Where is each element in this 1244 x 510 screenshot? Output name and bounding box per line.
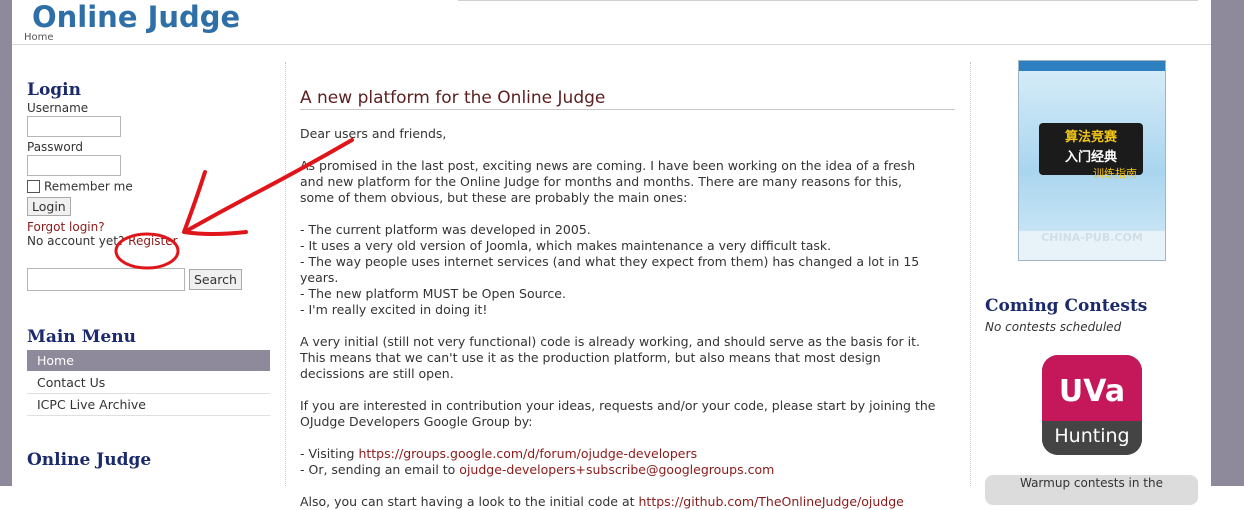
annotation-overlay <box>114 138 354 270</box>
also-line: Also, you can start having a look to the… <box>300 494 955 510</box>
annotation-arrow-shaft <box>186 138 354 232</box>
also-prefix: Also, you can start having a look to the… <box>300 494 639 509</box>
github-link[interactable]: https://github.com/TheOnlineJudge/ojudge <box>639 494 904 509</box>
register-highlight-circle <box>114 232 180 270</box>
